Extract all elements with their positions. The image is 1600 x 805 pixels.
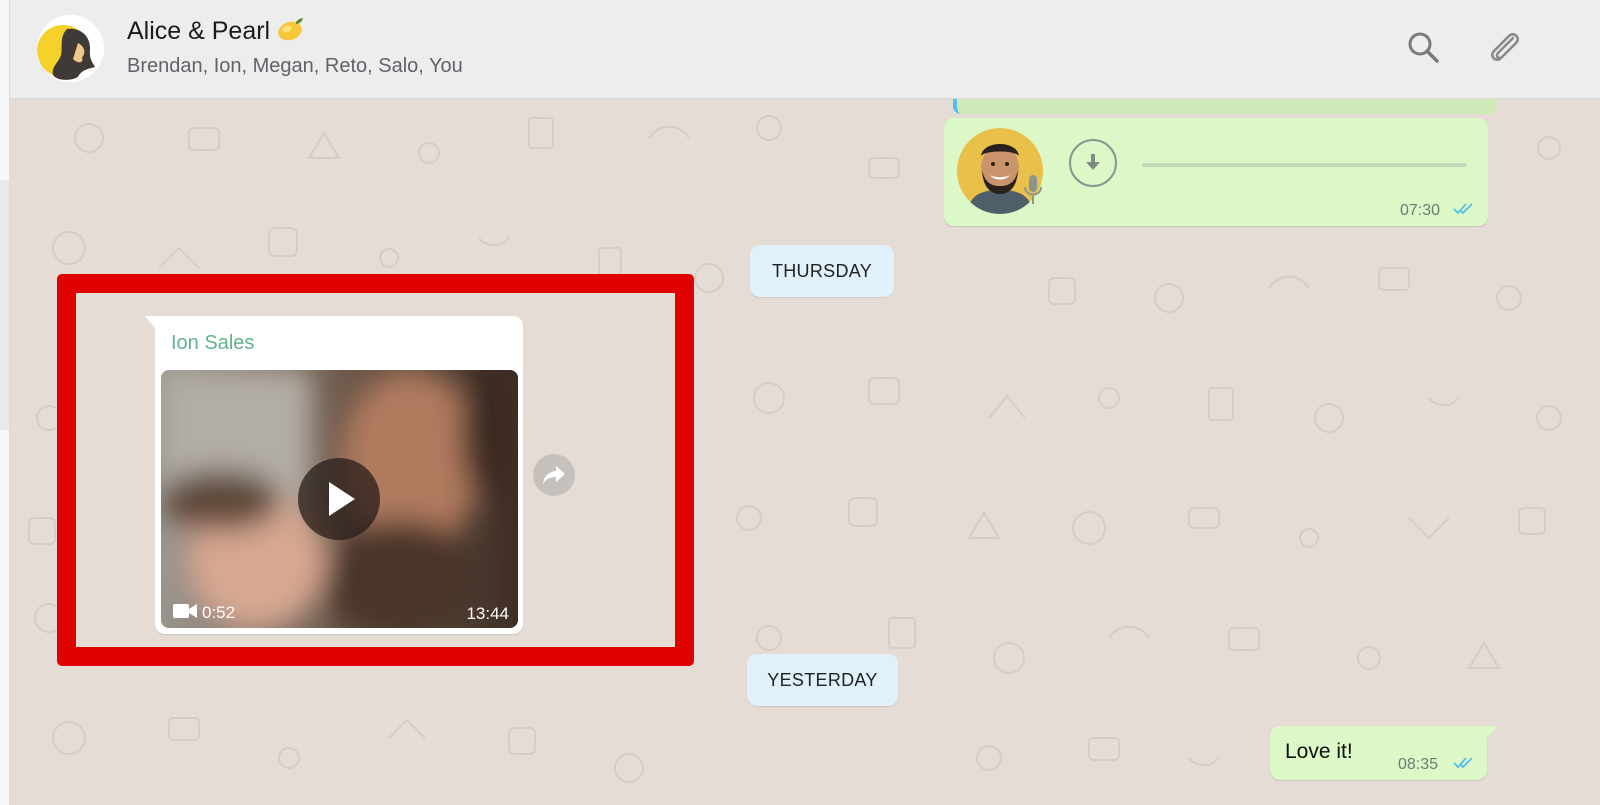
chat-title: Alice & Pearl bbox=[127, 16, 304, 49]
video-duration: 0:52 bbox=[202, 603, 236, 622]
video-thumbnail[interactable]: 0:52 13:44 bbox=[161, 370, 518, 628]
message-text[interactable]: Love it! bbox=[1285, 740, 1353, 764]
message-time: 08:35 bbox=[1398, 756, 1439, 773]
sender-name[interactable]: Ion Sales bbox=[171, 332, 254, 355]
forward-button[interactable] bbox=[533, 454, 575, 496]
video-message-bubble[interactable]: Ion Sales 0:52 13:44 bbox=[145, 316, 523, 634]
participants-list: Brendan, Ion, Megan, Reto, Salo, You bbox=[127, 55, 463, 77]
download-arrow-icon bbox=[1086, 154, 1100, 170]
message-time: 13:44 bbox=[466, 604, 509, 623]
quoted-message-edge[interactable] bbox=[953, 98, 1497, 114]
lemon-icon bbox=[276, 16, 304, 49]
bubble-tail bbox=[1487, 726, 1498, 738]
audio-progress-track[interactable] bbox=[1142, 163, 1467, 167]
read-ticks-icon bbox=[1453, 757, 1473, 769]
group-avatar[interactable] bbox=[37, 15, 104, 82]
date-divider-thursday: THURSDAY bbox=[750, 245, 894, 297]
search-icon[interactable] bbox=[1404, 28, 1444, 68]
play-icon bbox=[329, 482, 355, 516]
play-button[interactable] bbox=[298, 458, 380, 540]
message-time: 07:30 bbox=[1400, 202, 1441, 219]
date-divider-yesterday: YESTERDAY bbox=[747, 654, 898, 706]
paperclip-icon[interactable] bbox=[1484, 28, 1524, 68]
forward-arrow-icon bbox=[543, 466, 565, 484]
left-pane-edge bbox=[0, 0, 10, 805]
video-camera-icon bbox=[173, 604, 197, 618]
bubble-tail bbox=[145, 316, 155, 328]
voice-message-bubble[interactable]: 07:30 bbox=[944, 118, 1488, 226]
chat-header[interactable]: Alice & Pearl Brendan, Ion, Megan, Reto,… bbox=[9, 0, 1600, 99]
chat-title-text: Alice & Pearl bbox=[127, 17, 271, 45]
text-message-bubble[interactable]: Love it! 08:35 bbox=[1270, 726, 1498, 780]
download-button[interactable] bbox=[1069, 139, 1117, 187]
read-ticks-icon bbox=[1453, 203, 1473, 215]
microphone-icon bbox=[1022, 173, 1044, 212]
